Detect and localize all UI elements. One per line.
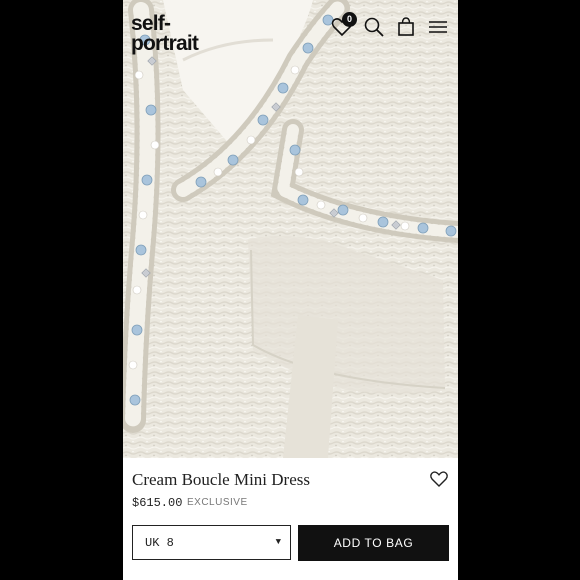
product-name: Cream Boucle Mini Dress (132, 470, 310, 489)
wishlist-icon[interactable]: 0 (329, 12, 357, 40)
add-to-bag-button[interactable]: ADD TO BAG (298, 525, 449, 561)
exclusive-tag: EXCLUSIVE (187, 497, 248, 508)
search-icon[interactable] (361, 14, 387, 40)
brand-logo[interactable]: self- portrait (131, 13, 199, 54)
bag-icon[interactable] (393, 14, 419, 40)
menu-icon[interactable] (425, 14, 451, 40)
dropdown-arrow-icon: ▼ (275, 537, 281, 547)
product-image[interactable]: self- portrait 0 (123, 0, 458, 458)
site-header: self- portrait 0 (123, 0, 458, 70)
size-select[interactable]: UK 8 ▼ (132, 525, 291, 560)
mobile-page: self- portrait 0 Cream Boucle Mini Dress… (123, 0, 458, 580)
size-select-value: UK 8 (145, 536, 174, 550)
product-info: Cream Boucle Mini Dress $615.00 EXCLUSIV… (123, 458, 458, 580)
heart-icon[interactable] (428, 468, 450, 490)
cart-count-badge: 0 (342, 12, 357, 27)
product-price: $615.00 (132, 496, 183, 510)
